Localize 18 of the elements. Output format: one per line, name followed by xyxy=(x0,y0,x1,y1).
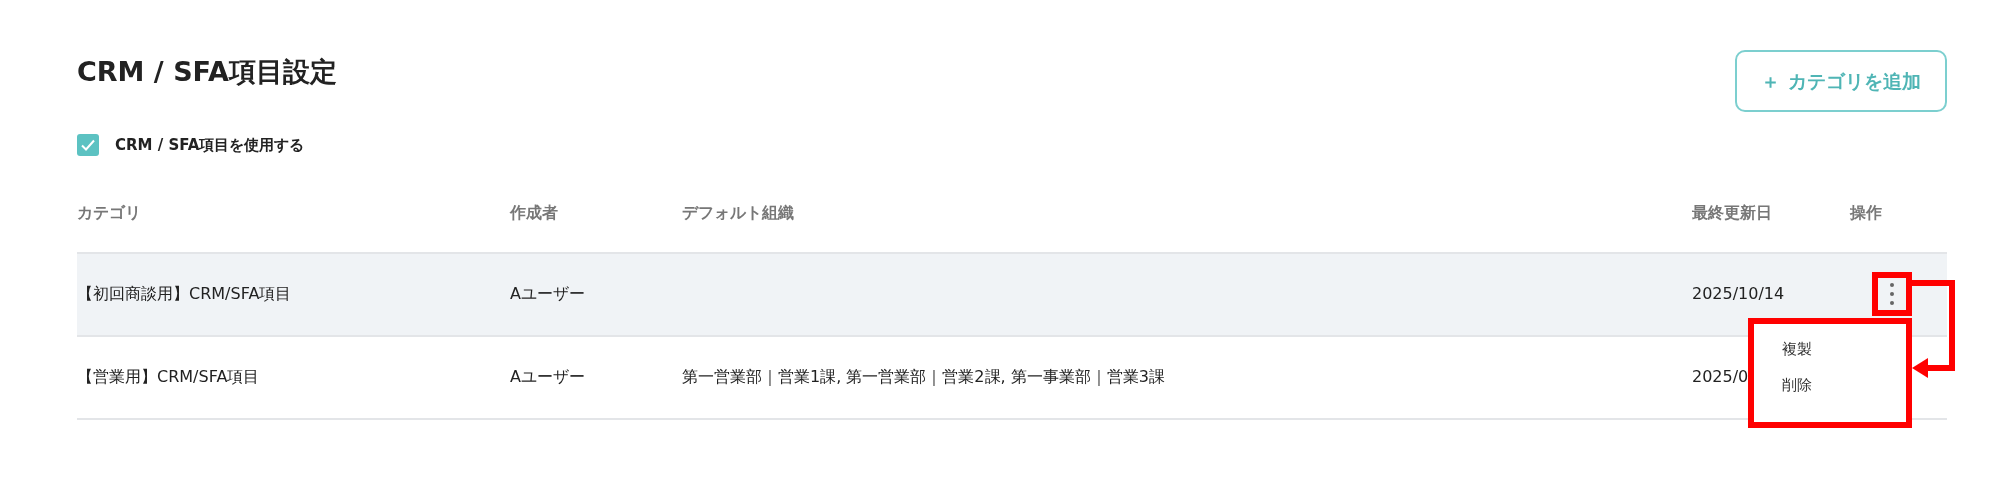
checkbox-label: CRM / SFA項目を使用する xyxy=(115,135,305,156)
menu-item[interactable]: 削除 xyxy=(1782,374,1812,397)
table-cell: 2025/0 xyxy=(1692,367,1749,386)
column-header: 操作 xyxy=(1850,203,1882,222)
table-cell: 第一営業部｜営業1課, 第一営業部｜営業2課, 第一事業部｜営業3課 xyxy=(682,367,1165,386)
column-header: デフォルト組織 xyxy=(682,203,794,222)
page-title: CRM / SFA項目設定 xyxy=(77,55,337,89)
table-cell: Aユーザー xyxy=(510,367,585,386)
kebab-icon xyxy=(1890,282,1894,306)
column-header: 最終更新日 xyxy=(1692,203,1772,222)
table-cell: Aユーザー xyxy=(510,284,585,303)
column-header: 作成者 xyxy=(510,203,558,222)
column-header: カテゴリ xyxy=(77,203,141,222)
checkbox[interactable] xyxy=(77,134,99,157)
table-cell: 2025/10/14 xyxy=(1692,284,1785,303)
table-cell: 【初回商談用】CRM/SFA項目 xyxy=(77,284,292,303)
menu-item[interactable]: 複製 xyxy=(1782,337,1812,360)
table-cell: 【営業用】CRM/SFA項目 xyxy=(77,367,260,386)
